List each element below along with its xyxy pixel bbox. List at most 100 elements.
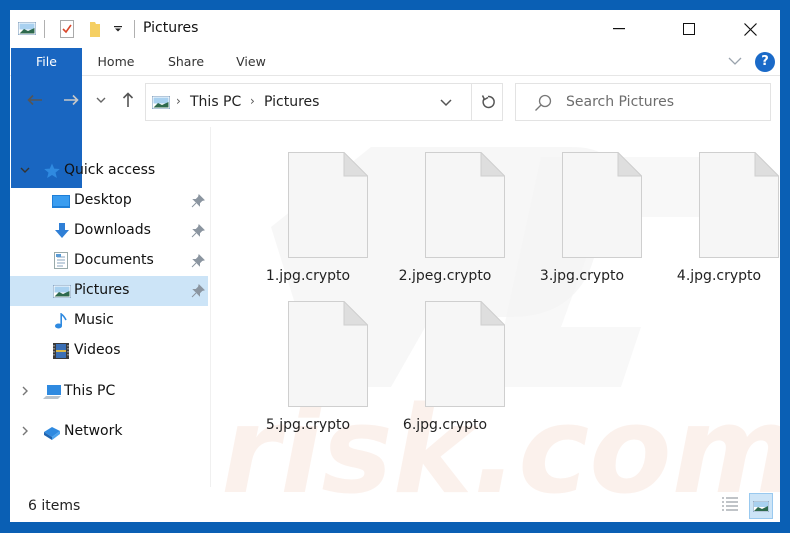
address-dropdown-icon[interactable]	[439, 95, 453, 109]
file-name: 4.jpg.crypto	[676, 268, 762, 284]
videos-icon	[53, 343, 69, 359]
navigation-bar: › This PC › Pictures Search Pictures	[10, 77, 780, 127]
file-item[interactable]: 2.jpeg.crypto	[380, 152, 510, 292]
search-icon	[535, 94, 552, 111]
file-item[interactable]: 5.jpg.crypto	[243, 301, 373, 441]
documents-icon	[54, 252, 68, 269]
file-item[interactable]: 1.jpg.crypto	[243, 152, 373, 292]
window-title: Pictures	[143, 20, 199, 36]
search-input[interactable]: Search Pictures	[566, 94, 674, 110]
back-arrow-icon	[27, 94, 42, 106]
chevron-right-icon[interactable]	[19, 385, 31, 397]
nav-label: Documents	[74, 252, 154, 268]
close-icon	[743, 22, 757, 36]
expand-ribbon-icon[interactable]	[727, 54, 743, 68]
large-icons-view-icon	[753, 501, 769, 512]
file-list: risk.com 1.jpg.crypto 2.jpeg.crypto 3.jp…	[211, 127, 780, 521]
customize-dropdown-icon[interactable]	[114, 26, 122, 32]
nav-item-documents[interactable]: Documents	[10, 246, 208, 276]
pin-icon[interactable]	[191, 284, 205, 298]
details-view-icon[interactable]	[721, 495, 739, 515]
nav-item-videos[interactable]: Videos	[10, 336, 208, 366]
music-icon	[55, 313, 67, 329]
pictures-icon[interactable]	[18, 22, 36, 35]
file-name: 6.jpg.crypto	[402, 417, 488, 433]
nav-item-quick-access[interactable]: Quick access	[10, 156, 208, 186]
file-icon	[288, 152, 368, 258]
file-name: 1.jpg.crypto	[265, 268, 351, 284]
help-button[interactable]: ?	[755, 52, 775, 72]
tab-share[interactable]: Share	[160, 48, 212, 76]
address-bar[interactable]: › This PC › Pictures	[145, 83, 503, 121]
item-count: 6 items	[28, 498, 81, 514]
file-name: 5.jpg.crypto	[265, 417, 351, 433]
file-item[interactable]: 4.jpg.crypto	[654, 152, 780, 292]
nav-label: Quick access	[64, 162, 156, 178]
nav-label: Downloads	[74, 222, 151, 238]
desktop-icon	[52, 195, 70, 208]
pictures-icon	[53, 285, 71, 298]
maximize-button[interactable]	[666, 10, 712, 48]
nav-item-pictures[interactable]: Pictures	[10, 276, 208, 306]
file-icon	[425, 152, 505, 258]
maximize-icon	[683, 23, 695, 35]
nav-item-desktop[interactable]: Desktop	[10, 186, 208, 216]
minimize-icon	[613, 28, 625, 30]
close-button[interactable]	[727, 10, 773, 48]
breadcrumb-separator[interactable]: ›	[250, 94, 255, 108]
properties-icon[interactable]	[60, 20, 74, 38]
large-icons-view-button[interactable]	[749, 493, 773, 519]
file-name: 2.jpeg.crypto	[398, 268, 492, 284]
star-icon	[44, 163, 60, 178]
toolbar-separator	[44, 20, 45, 38]
nav-label: Network	[64, 423, 123, 439]
file-icon	[288, 301, 368, 407]
nav-label: Desktop	[74, 192, 132, 208]
pin-icon[interactable]	[191, 194, 205, 208]
computer-icon	[43, 385, 61, 399]
up-arrow-icon	[122, 92, 134, 107]
refresh-icon	[481, 95, 495, 109]
back-button[interactable]	[24, 89, 46, 111]
file-name: 3.jpg.crypto	[539, 268, 625, 284]
nav-item-downloads[interactable]: Downloads	[10, 216, 208, 246]
toolbar-separator	[134, 20, 135, 38]
network-icon	[44, 427, 60, 440]
chevron-down-icon	[96, 97, 106, 103]
file-item[interactable]: 3.jpg.crypto	[517, 152, 647, 292]
nav-label: Pictures	[74, 282, 130, 298]
file-icon	[699, 152, 779, 258]
tab-home[interactable]: Home	[90, 48, 142, 76]
breadcrumb-separator[interactable]: ›	[176, 94, 181, 108]
chevron-down-icon[interactable]	[19, 164, 31, 176]
minimize-button[interactable]	[596, 10, 642, 48]
up-button[interactable]	[117, 89, 139, 111]
nav-item-network[interactable]: Network	[10, 417, 208, 447]
pin-icon[interactable]	[191, 224, 205, 238]
new-folder-icon[interactable]	[89, 20, 101, 38]
file-item[interactable]: 6.jpg.crypto	[380, 301, 510, 441]
forward-arrow-icon	[64, 94, 79, 106]
navigation-pane: Quick access Desktop Downloads Documents	[10, 127, 210, 487]
download-icon	[55, 223, 69, 238]
file-icon	[562, 152, 642, 258]
refresh-button[interactable]	[471, 84, 504, 120]
chevron-right-icon[interactable]	[19, 425, 31, 437]
pictures-icon	[152, 96, 170, 109]
nav-label: Music	[74, 312, 114, 328]
nav-item-music[interactable]: Music	[10, 306, 208, 336]
breadcrumb-pictures[interactable]: Pictures	[264, 94, 319, 110]
tab-view[interactable]: View	[226, 48, 276, 76]
file-icon	[425, 301, 505, 407]
forward-button[interactable]	[60, 89, 82, 111]
search-box[interactable]: Search Pictures	[515, 83, 771, 121]
nav-item-this-pc[interactable]: This PC	[10, 377, 208, 407]
ribbon-tabs: File Home Share View ?	[10, 48, 780, 188]
pin-icon[interactable]	[191, 254, 205, 268]
explorer-window: Pictures File Home Share View ? › This P…	[10, 10, 780, 522]
nav-label: This PC	[64, 383, 116, 399]
nav-label: Videos	[74, 342, 121, 358]
recent-locations-button[interactable]	[93, 89, 109, 111]
breadcrumb-this-pc[interactable]: This PC	[190, 94, 241, 110]
status-bar: 6 items	[10, 487, 780, 522]
